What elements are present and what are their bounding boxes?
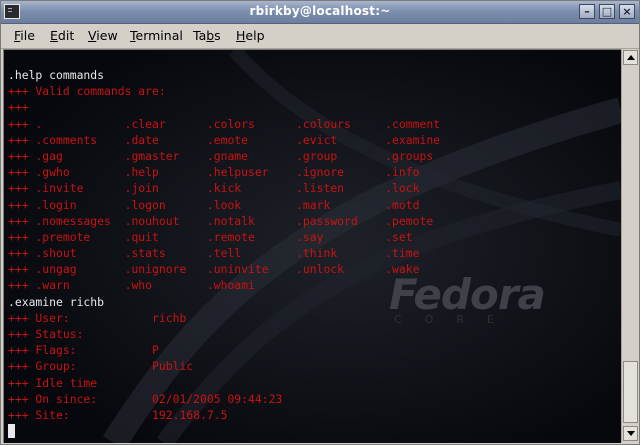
terminal-text: .help commands +++ Valid commands are: +++…	[8, 67, 440, 439]
title-bar[interactable]: rbirkby@localhost:~ – □ ×	[1, 1, 639, 24]
terminal-line: .help commands	[8, 68, 105, 82]
terminal-line: +++ .gag .gmaster .gname .group .groups	[8, 148, 434, 163]
text-cursor	[8, 424, 15, 439]
terminal-line: +++ .invite .join .kick .listen .lock	[8, 181, 420, 196]
menu-help[interactable]: Help	[236, 28, 265, 43]
terminal-line: .examine richb	[8, 294, 105, 309]
terminal-line: +++ .login .logon .look .mark .motd	[8, 197, 420, 212]
scroll-down-icon[interactable]	[623, 426, 638, 441]
scroll-up-icon[interactable]	[623, 50, 638, 65]
terminal-line: +++ .gwho .help .helpuser .ignore .info	[8, 165, 420, 180]
terminal-line: +++ Idle time	[8, 375, 98, 390]
scrollbar-thumb[interactable]	[623, 361, 638, 423]
prompt-line[interactable]	[8, 423, 440, 439]
menu-terminal[interactable]: Terminal	[130, 28, 183, 43]
terminal-line: +++ On since: 02/01/2005 09:44:23	[8, 391, 283, 406]
terminal-line: +++ .warn .who .whoami	[8, 278, 255, 293]
terminal-window: rbirkby@localhost:~ – □ × File Edit View…	[0, 0, 640, 445]
terminal-line: +++ .ungag .unignore .uninvite .unlock .…	[8, 262, 420, 277]
terminal-line: +++ Group: Public	[8, 359, 194, 374]
menu-file[interactable]: File	[14, 28, 35, 43]
terminal-line: +++	[8, 100, 29, 115]
maximize-icon[interactable]: □	[599, 4, 615, 19]
terminal-line: +++ Flags: P	[8, 343, 159, 358]
close-icon[interactable]: ×	[619, 4, 635, 19]
menu-bar: File Edit View Terminal Tabs Help	[1, 24, 639, 49]
terminal-output[interactable]: Fedora CORE .help commands +++ Valid comm…	[3, 49, 621, 443]
terminal-line: +++ Valid commands are:	[8, 84, 166, 99]
menu-edit[interactable]: Edit	[50, 28, 74, 43]
minimize-icon[interactable]: –	[579, 4, 595, 19]
terminal-line: +++ .premote .quit .remote .say .set	[8, 229, 413, 244]
menu-view[interactable]: View	[88, 28, 118, 43]
terminal-line: +++ .shout .stats .tell .think .time	[8, 246, 420, 261]
terminal-line: +++ Status:	[8, 327, 84, 341]
terminal-line: +++ User: richb	[8, 310, 187, 325]
terminal-line: +++ .nomessages .nouhout .notalk .passwo…	[8, 213, 434, 228]
window-title: rbirkby@localhost:~	[249, 4, 391, 18]
terminal-line: +++ Site: 192.168.7.5	[8, 407, 228, 422]
menu-tabs[interactable]: Tabs	[193, 28, 221, 43]
terminal-line: +++ . .clear .colors .colours .comment	[8, 116, 441, 131]
vertical-scrollbar[interactable]	[621, 49, 639, 442]
terminal-line: +++ .comments .date .emote .evict .exami…	[8, 132, 441, 147]
